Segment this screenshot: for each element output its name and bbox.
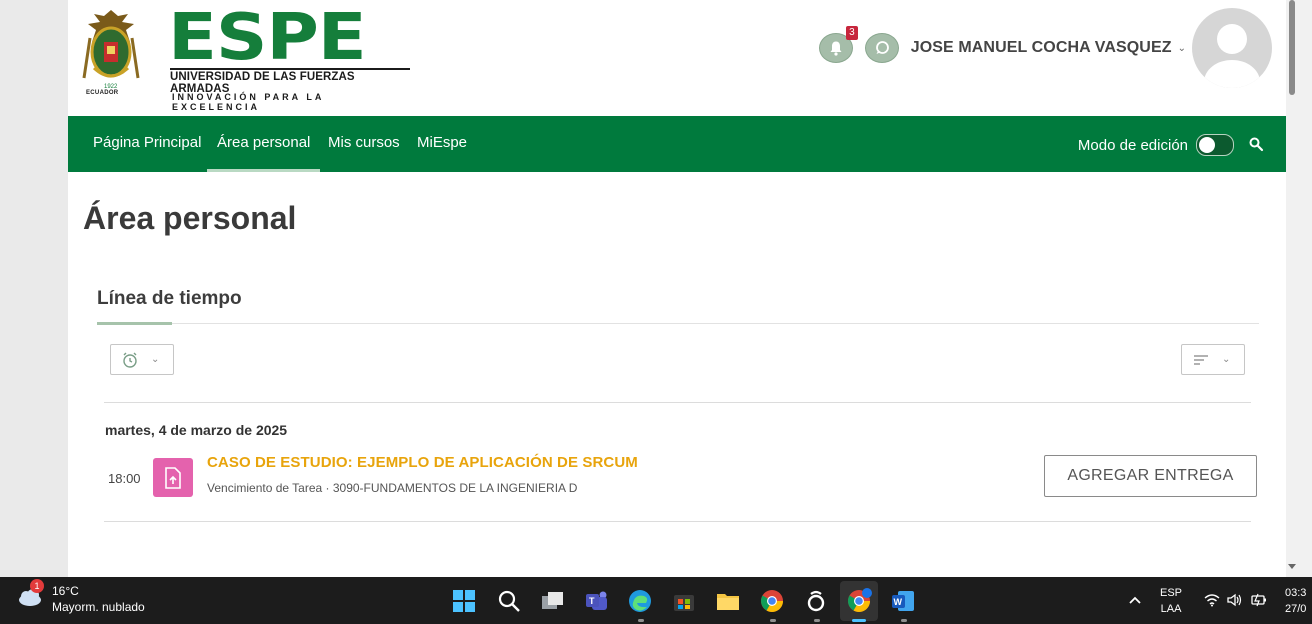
chevron-down-icon[interactable]: ⌄ [1178, 43, 1186, 54]
edit-mode-label: Modo de edición [1077, 136, 1188, 154]
svg-text:T: T [589, 596, 595, 606]
task-view-icon[interactable] [540, 588, 566, 614]
espe-wordmark: ESPE [168, 1, 367, 75]
messages-button[interactable] [864, 33, 899, 63]
volume-icon[interactable] [1226, 593, 1242, 607]
timeline-bottom-divider [104, 521, 1251, 522]
user-avatar[interactable] [1192, 8, 1272, 88]
clock-time: 03:3 [1285, 587, 1307, 599]
event-title-link[interactable]: CASO DE ESTUDIO: EJEMPLO DE APLICACIÓN D… [207, 454, 638, 471]
running-indicator [901, 619, 907, 622]
input-language-indicator[interactable]: ESP LAA [1160, 585, 1182, 617]
university-motto: INNOVACIÓN PARA LA EXCELENCIA [172, 92, 324, 112]
active-indicator [852, 619, 866, 622]
user-menu-area: 3 JOSE MANUEL COCHA VASQUEZ ⌄ [818, 8, 1272, 88]
edge-browser-icon[interactable] [627, 588, 653, 614]
running-indicator [814, 619, 820, 622]
notifications-count-badge: 3 [846, 26, 858, 40]
page-title: Área personal [83, 200, 297, 236]
chrome-icon[interactable] [759, 588, 785, 614]
chevron-down-icon: ⌄ [1222, 354, 1231, 365]
block-title-underline [97, 322, 172, 325]
event-subtitle: Vencimiento de Tarea · 3090-FUNDAMENTOS … [207, 481, 578, 495]
file-explorer-icon[interactable] [715, 588, 741, 614]
wifi-icon[interactable] [1204, 593, 1220, 607]
search-icon[interactable] [1248, 136, 1264, 152]
weather-temperature: 16°C [52, 584, 79, 598]
teams-icon[interactable]: T [584, 588, 610, 614]
show-hidden-icons-chevron-icon[interactable] [1128, 595, 1142, 605]
default-user-icon [1204, 24, 1260, 88]
nav-item-miespe[interactable]: MiEspe [417, 116, 467, 172]
user-name[interactable]: JOSE MANUEL COCHA VASQUEZ [911, 39, 1172, 57]
assignment-icon [153, 458, 193, 497]
clock-date: 27/0 [1285, 603, 1307, 615]
notifications-button[interactable]: 3 [818, 26, 858, 63]
timeline-date-heading: martes, 4 de marzo de 2025 [105, 422, 288, 438]
sort-lines-icon [1194, 354, 1208, 365]
running-indicator [770, 619, 776, 622]
browser-page: 1922 ECUADOR ESPE UNIVERSIDAD DE LAS FUE… [68, 0, 1286, 577]
nav-item-mis-cursos[interactable]: Mis cursos [328, 116, 400, 172]
university-name: UNIVERSIDAD DE LAS FUERZAS ARMADAS [170, 68, 410, 95]
crest-country-label: ECUADOR [86, 90, 119, 96]
system-clock[interactable]: 03:3 27/0 [1285, 585, 1306, 617]
timeline-block-title: Línea de tiempo [97, 288, 242, 309]
timeline-day-filter[interactable]: ⌄ [110, 344, 174, 375]
scrollbar-thumb[interactable] [1289, 0, 1295, 95]
alarm-clock-icon [123, 352, 137, 368]
timeline-divider [104, 402, 1251, 403]
language-code: ESP [1160, 587, 1183, 599]
search-icon[interactable] [496, 588, 522, 614]
battery-icon[interactable] [1250, 593, 1268, 607]
edit-mode-toggle[interactable] [1196, 134, 1234, 156]
edit-mode-control: Modo de edición [1078, 134, 1234, 156]
svg-text:W: W [894, 597, 903, 607]
weather-widget[interactable]: 1 16°C Mayorm. nublado [16, 579, 145, 615]
event-time: 18:00 [108, 471, 141, 486]
running-indicator [638, 619, 644, 622]
chrome-profile-icon[interactable] [846, 588, 872, 614]
nav-item-pagina-principal[interactable]: Página Principal [93, 116, 201, 172]
university-crest-icon: 1922 [82, 10, 140, 90]
microsoft-store-icon[interactable] [671, 588, 697, 614]
block-divider [97, 323, 1259, 324]
windows-start-icon[interactable] [451, 588, 477, 614]
windows-taskbar: 1 16°C Mayorm. nublado T W ESP LAA 03:3 … [0, 577, 1312, 624]
app-ring-icon[interactable] [803, 588, 829, 614]
page-scrollbar[interactable] [1286, 0, 1312, 577]
nav-item-area-personal[interactable]: Área personal [207, 116, 321, 172]
primary-navigation: Página Principal Área personal Mis curso… [68, 116, 1286, 172]
keyboard-layout: LAA [1160, 603, 1182, 615]
word-icon[interactable]: W [890, 588, 916, 614]
chat-bubble-icon [875, 41, 889, 54]
file-upload-icon [165, 466, 181, 489]
weather-description: Mayorm. nublado [52, 600, 145, 614]
add-submission-button[interactable]: AGREGAR ENTREGA [1044, 455, 1257, 497]
timeline-sort-menu[interactable]: ⌄ [1181, 344, 1245, 375]
espe-logo[interactable]: 1922 ECUADOR ESPE UNIVERSIDAD DE LAS FUE… [82, 1, 412, 112]
bell-icon [830, 41, 842, 56]
weather-badge: 1 [30, 579, 44, 593]
chevron-down-icon: ⌄ [151, 354, 160, 365]
scroll-down-arrow-icon[interactable] [1288, 564, 1296, 569]
